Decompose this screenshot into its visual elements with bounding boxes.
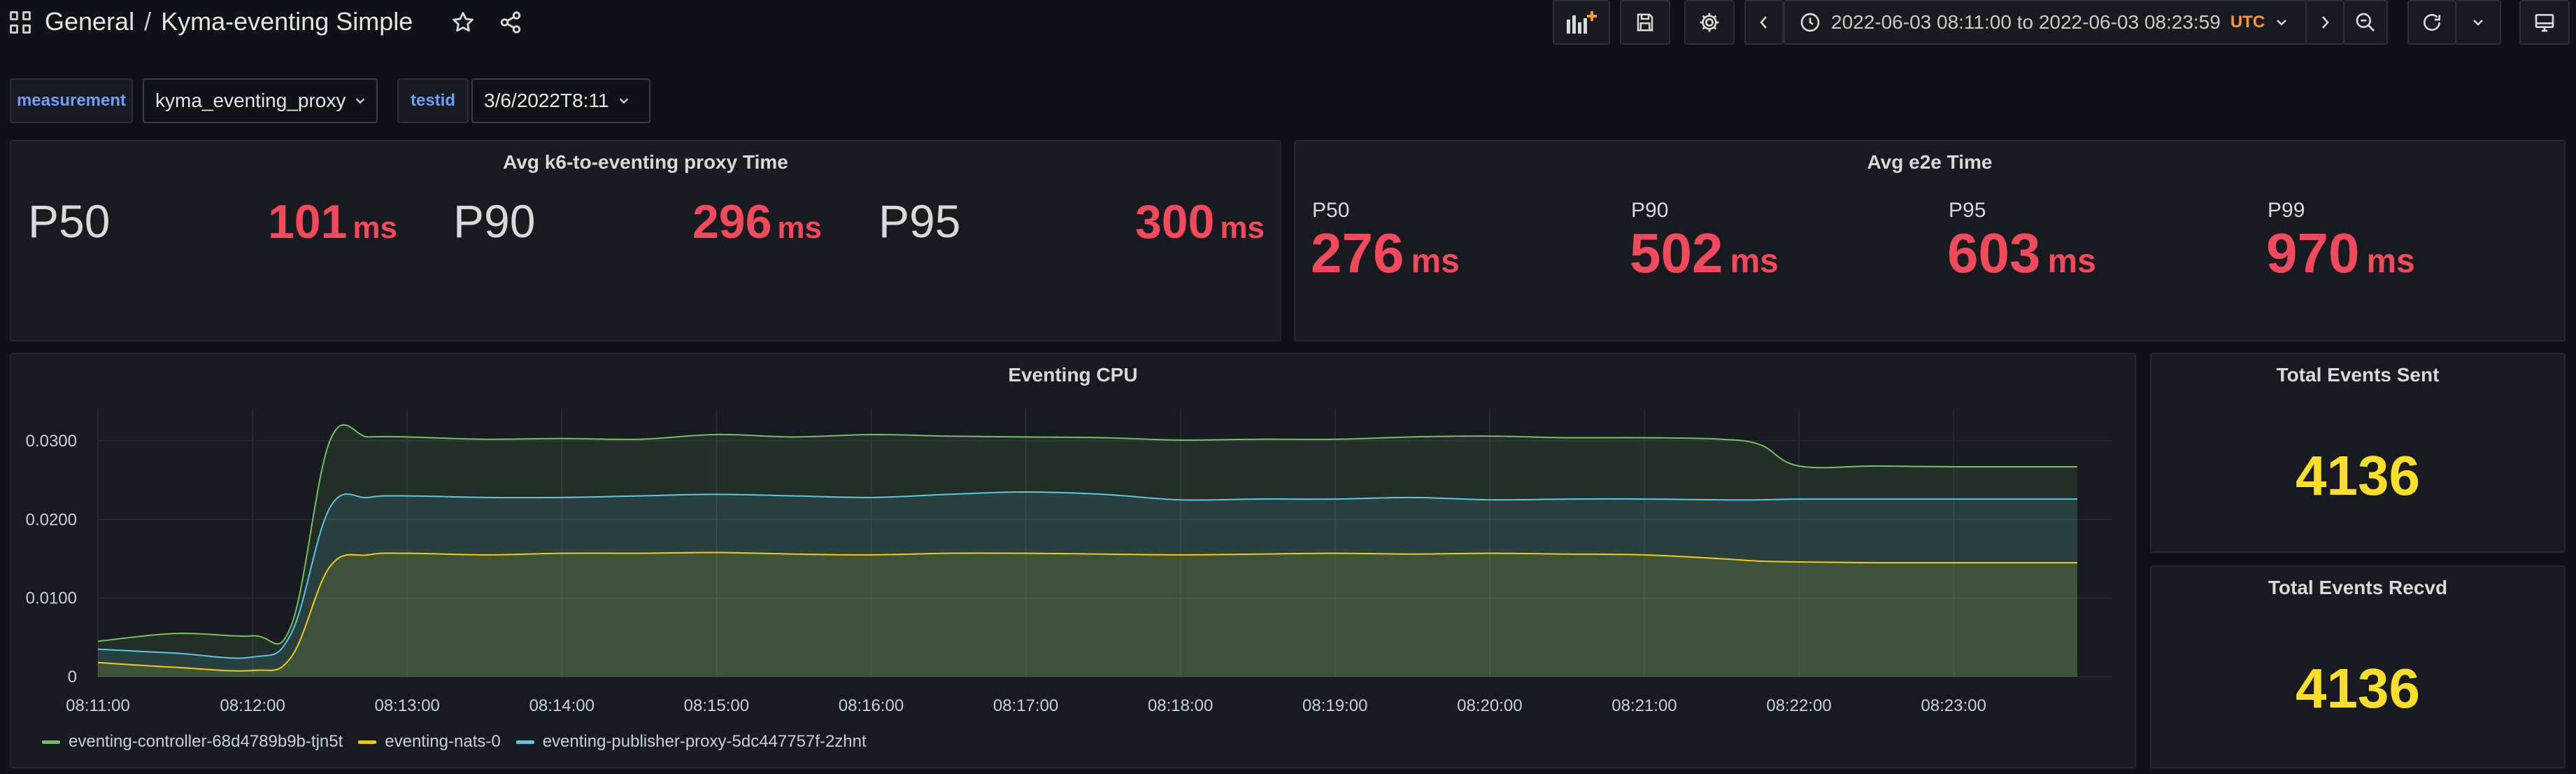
tv-icon [2535, 14, 2554, 32]
variable-value: 3/6/2022T8:11 [484, 90, 609, 111]
chevron-down-icon [2277, 20, 2287, 26]
time-shift-back-button[interactable] [1744, 0, 1784, 45]
add-panel-button[interactable] [1553, 0, 1610, 45]
chevron-down-icon [356, 98, 365, 104]
stat-value-p95: 603 ms [1947, 222, 2096, 284]
panel-title: Eventing CPU [1008, 364, 1138, 386]
panel-eventing-cpu[interactable]: Eventing CPU [10, 353, 2136, 768]
legend-swatch [515, 740, 534, 744]
legend-item[interactable]: eventing-controller-68d4789b9b-tjn5t [42, 732, 343, 752]
stat-value-p99: 970 ms [2266, 222, 2415, 284]
panel-title: Avg k6-to-eventing proxy Time [503, 151, 788, 173]
variable-label-measurement: measurement [10, 78, 133, 123]
stat-name-p50: P50 [1312, 199, 1350, 222]
clock-icon [1800, 13, 1820, 32]
chevron-down-icon [619, 98, 628, 104]
refresh-interval-dropdown[interactable] [2455, 0, 2501, 45]
legend-swatch [42, 740, 60, 744]
variable-value: kyma_eventing_proxy [155, 90, 346, 111]
panel-title: Total Events Recvd [2268, 577, 2448, 598]
chevron-right-icon [2322, 16, 2329, 29]
save-icon [1637, 13, 1653, 31]
stat-name-p90: P90 [453, 195, 536, 247]
zoom-out-icon [2356, 13, 2375, 31]
share-icon[interactable] [498, 10, 523, 35]
dashboard-settings-button[interactable] [1684, 0, 1735, 45]
apps-icon[interactable] [10, 11, 32, 34]
variable-select-testid[interactable]: 3/6/2022T8:11 [471, 78, 650, 123]
timezone-label: UTC [2230, 13, 2265, 31]
stat-value-p50: 101 ms [267, 195, 397, 248]
dashboard-title[interactable]: Kyma-eventing Simple [161, 7, 413, 36]
panel-e2e-time[interactable]: Avg e2e Time P50 276 ms P90 502 ms P95 603… [1294, 140, 2566, 342]
events-recvd-value: 4136 [2296, 657, 2420, 719]
chevron-left-icon [1760, 16, 1767, 29]
chart-legend: eventing-controller-68d4789b9b-tjn5t even… [42, 731, 882, 753]
panel-title: Avg e2e Time [1867, 151, 1993, 173]
legend-item[interactable]: eventing-nats-0 [358, 732, 501, 752]
refresh-button[interactable] [2407, 0, 2456, 45]
breadcrumb-folder[interactable]: General [45, 7, 134, 36]
stat-name-p50: P50 [28, 195, 111, 247]
panel-total-events-sent[interactable]: Total Events Sent 4136 [2150, 353, 2566, 553]
panel-total-events-recvd[interactable]: Total Events Recvd 4136 [2150, 565, 2566, 768]
stat-name-p99: P99 [2268, 199, 2305, 222]
variable-select-measurement[interactable]: kyma_eventing_proxy [143, 78, 378, 123]
time-range-picker[interactable]: 2022-06-03 08:11:00 to 2022-06-03 08:23:… [1784, 0, 2336, 45]
stat-value-p95: 300 ms [1134, 195, 1265, 248]
legend-label: eventing-controller-68d4789b9b-tjn5t [69, 732, 343, 751]
add-panel-icon [1567, 11, 1597, 34]
stat-name-p90: P90 [1631, 199, 1669, 222]
zoom-out-button[interactable] [2343, 0, 2388, 45]
refresh-icon [2424, 14, 2440, 31]
breadcrumb-separator: / [144, 7, 152, 36]
chevron-down-icon [2473, 20, 2483, 26]
variable-label-testid: testid [397, 78, 469, 123]
panel-title: Total Events Sent [2276, 364, 2440, 386]
save-dashboard-button[interactable] [1620, 0, 1670, 45]
legend-label: eventing-publisher-proxy-5dc447757f-2zhn… [542, 732, 867, 751]
time-shift-forward-button[interactable] [2305, 0, 2344, 45]
stat-value-p90: 296 ms [692, 195, 822, 248]
events-sent-value: 4136 [2296, 444, 2420, 507]
stat-value-p90: 502 ms [1630, 222, 1779, 284]
top-navbar: General / Kyma-eventing Simple 2022-06-03 … [0, 0, 2576, 46]
legend-item[interactable]: eventing-publisher-proxy-5dc447757f-2zhn… [515, 732, 867, 752]
legend-label: eventing-nats-0 [385, 732, 501, 751]
panel-proxy-time[interactable]: Avg k6-to-eventing proxy Time P50 101 ms … [10, 140, 1281, 342]
legend-swatch [358, 740, 377, 744]
breadcrumb: General / Kyma-eventing Simple [45, 7, 413, 36]
settings-icon [1700, 13, 1719, 32]
view-mode-button[interactable] [2519, 0, 2570, 45]
stat-value-p50: 276 ms [1311, 222, 1460, 284]
stat-name-p95: P95 [1949, 199, 1986, 222]
stat-name-p95: P95 [878, 195, 961, 247]
time-range-text: 2022-06-03 08:11:00 to 2022-06-03 08:23:… [1831, 11, 2221, 33]
star-icon[interactable] [450, 10, 476, 35]
